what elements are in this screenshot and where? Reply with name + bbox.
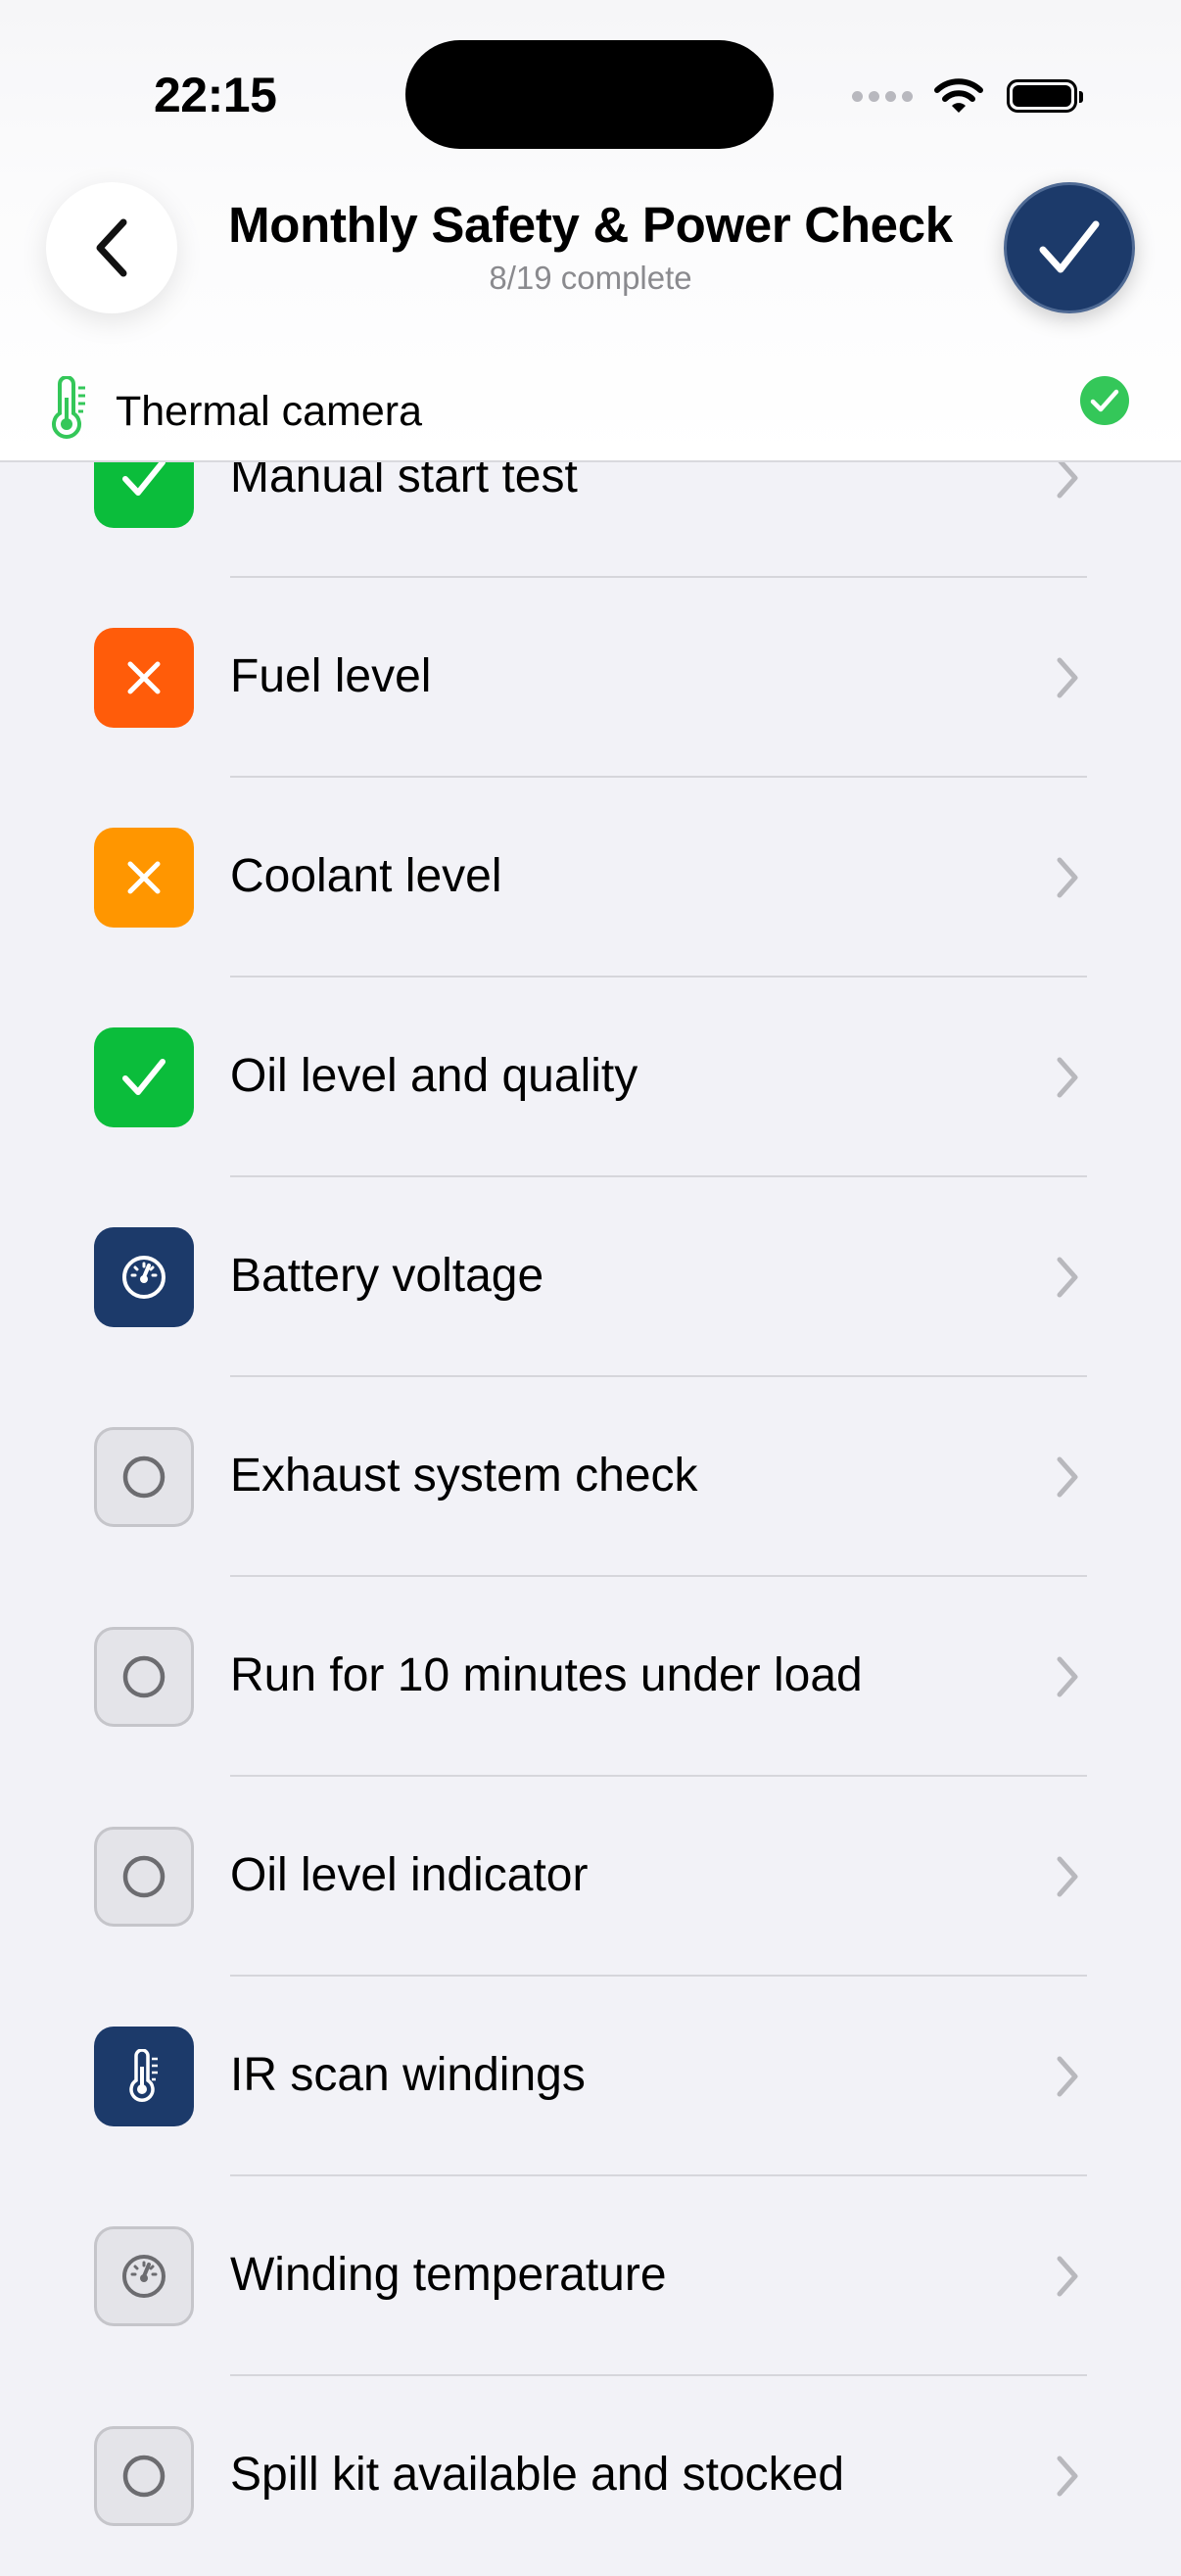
row-label: Winding temperature: [230, 2249, 667, 2301]
status-badge: [94, 2226, 194, 2326]
thermometer-icon: [52, 376, 85, 439]
row-label: Run for 10 minutes under load: [230, 1649, 863, 1701]
battery-icon: [1007, 79, 1083, 113]
row-label: IR scan windings: [230, 2049, 586, 2101]
clock: 22:15: [154, 68, 277, 122]
dynamic-island: [405, 40, 774, 149]
gauge-icon: [120, 2253, 167, 2300]
row-label: Battery voltage: [230, 1250, 544, 1302]
checklist-row[interactable]: Coolant level: [0, 778, 1181, 978]
chevron-right-icon: [1056, 2055, 1079, 2103]
status-badge: [94, 1627, 194, 1727]
tool-bar[interactable]: Thermal camera: [0, 362, 1181, 460]
chevron-right-icon: [1056, 456, 1079, 504]
checklist-row[interactable]: Exhaust system check: [0, 1377, 1181, 1577]
circle-icon: [121, 2454, 166, 2499]
checklist-row[interactable]: Oil level and quality: [0, 978, 1181, 1177]
checkmark-icon: [121, 458, 166, 498]
chevron-right-icon: [1056, 1655, 1079, 1703]
wifi-icon: [934, 78, 983, 113]
chevron-left-icon: [96, 218, 127, 277]
row-label: Coolant level: [230, 850, 502, 902]
chevron-right-icon: [1056, 1056, 1079, 1104]
checklist-row[interactable]: Oil level indicator: [0, 1777, 1181, 1977]
row-label: Spill kit available and stocked: [230, 2449, 845, 2501]
chevron-right-icon: [1056, 2455, 1079, 2503]
chevron-right-icon: [1056, 656, 1079, 704]
status-badge: [94, 1227, 194, 1327]
status-icons: [852, 73, 1083, 119]
gauge-icon: [120, 1254, 167, 1301]
status-badge: [94, 2426, 194, 2526]
title-block: Monthly Safety & Power Check 8/19 comple…: [196, 192, 985, 298]
chevron-right-icon: [1056, 1455, 1079, 1503]
complete-button[interactable]: [1004, 182, 1135, 313]
page-title: Monthly Safety & Power Check: [228, 197, 953, 253]
x-mark-icon: [125, 859, 163, 896]
status-badge: [94, 1427, 194, 1527]
status-badge: [94, 2027, 194, 2126]
chevron-right-icon: [1056, 1855, 1079, 1903]
thermometer-icon: [127, 2049, 161, 2104]
progress-subtitle: 8/19 complete: [489, 260, 692, 296]
row-label: Exhaust system check: [230, 1450, 698, 1502]
row-label: Fuel level: [230, 650, 432, 702]
tool-label: Thermal camera: [116, 388, 423, 435]
row-label: Oil level indicator: [230, 1849, 589, 1901]
circle-icon: [121, 1455, 166, 1500]
chevron-right-icon: [1056, 2255, 1079, 2303]
checklist-row[interactable]: Battery voltage: [0, 1177, 1181, 1377]
checklist-row[interactable]: Winding temperature: [0, 2176, 1181, 2376]
checklist-row[interactable]: Spill kit available and stocked: [0, 2376, 1181, 2576]
checkmark-icon: [1039, 220, 1100, 273]
checkmark-icon: [121, 1058, 166, 1097]
status-badge: [94, 828, 194, 928]
checklist-row[interactable]: Run for 10 minutes under load: [0, 1577, 1181, 1777]
status-badge: [94, 1027, 194, 1127]
signal-icon: [852, 90, 913, 102]
x-mark-icon: [125, 659, 163, 696]
status-bar: 22:15: [0, 0, 1181, 186]
chevron-right-icon: [1056, 856, 1079, 904]
checklist-row[interactable]: Fuel level: [0, 578, 1181, 778]
back-button[interactable]: [46, 182, 177, 313]
tool-complete-icon: [1080, 376, 1129, 425]
status-badge: [94, 1827, 194, 1927]
circle-icon: [121, 1854, 166, 1899]
chevron-right-icon: [1056, 1256, 1079, 1304]
circle-icon: [121, 1654, 166, 1699]
checklist-row[interactable]: IR scan windings: [0, 1977, 1181, 2176]
status-badge: [94, 628, 194, 728]
row-label: Oil level and quality: [230, 1050, 638, 1102]
